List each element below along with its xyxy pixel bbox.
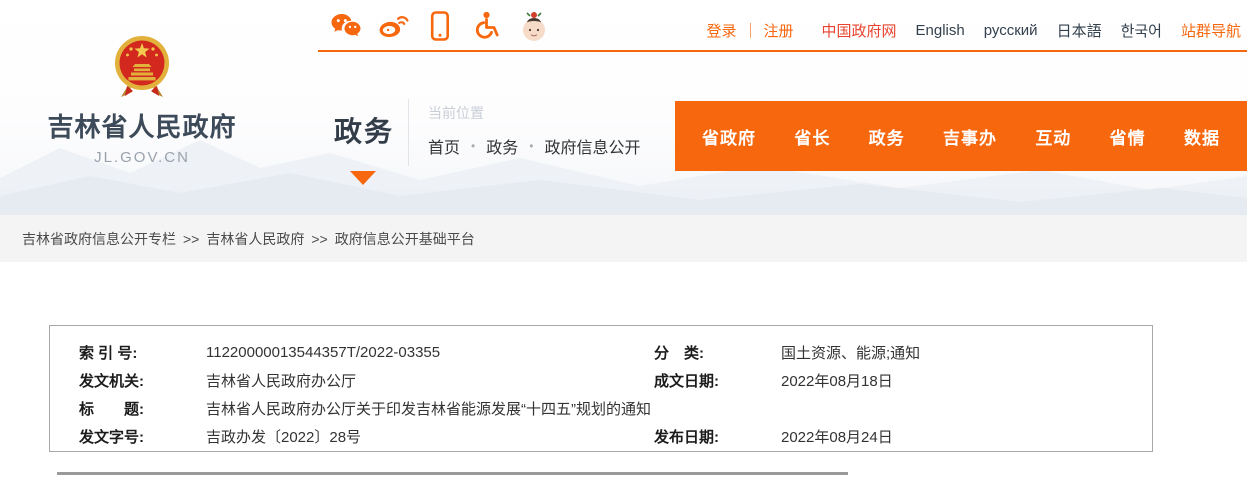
lang-english-link[interactable]: English [916,22,965,39]
caret-down-icon [350,171,376,185]
written-date-label: 成文日期: [654,370,781,391]
page-root: 吉林省人民政府 JL.GOV.CN [0,0,1247,478]
login-link[interactable]: 登录 [706,20,736,41]
path-provincial-government[interactable]: 吉林省人民政府 [206,229,304,249]
category-label: 分 类: [654,342,781,363]
site-header: 吉林省人民政府 JL.GOV.CN [0,0,1247,215]
nav-data[interactable]: 数据 [1184,124,1220,149]
site-name: 吉林省人民政府 [47,107,237,144]
lang-russian-link[interactable]: русский [984,22,1038,39]
breadcrumb-zhengwu[interactable]: 政务 [486,134,518,158]
title-value: 吉林省人民政府办公厅关于印发吉林省能源发展“十四五”规划的通知 [206,398,1152,419]
breadcrumb-dot: • [529,140,533,152]
publish-date-label: 发布日期: [654,426,781,447]
national-emblem-icon [113,34,171,100]
weibo-icon[interactable] [377,10,409,42]
header-accent-line [318,50,1247,52]
issuing-agency-label: 发文机关: [79,370,206,391]
index-number-label: 索 引 号: [79,342,206,363]
nav-government-affairs[interactable]: 政务 [869,124,905,149]
header-vertical-divider [408,99,409,166]
lang-japanese-link[interactable]: 日本語 [1057,20,1102,41]
site-logo[interactable]: 吉林省人民政府 JL.GOV.CN [47,34,237,166]
nav-jishiban[interactable]: 吉事办 [943,124,997,149]
gov-cn-link[interactable]: 中国政府网 [822,20,897,41]
social-icon-row [330,10,550,42]
path-disclosure-column[interactable]: 吉林省政府信息公开专栏 [22,229,176,249]
breadcrumb-dot: • [471,140,475,152]
utility-links: 登录 注册 中国政府网 English русский 日本語 한국어 站群导航 [706,20,1241,41]
mobile-icon[interactable] [424,10,456,42]
nav-interaction[interactable]: 互动 [1035,124,1071,149]
title-label: 标 题: [79,398,206,419]
breadcrumb-info-disclosure[interactable]: 政府信息公开 [544,134,640,158]
publish-date-value: 2022年08月24日 [781,426,1152,447]
table-row: 发文字号: 吉政办发〔2022〕28号 发布日期: 2022年08月24日 [50,422,1152,450]
document-number-value: 吉政办发〔2022〕28号 [206,426,654,447]
accessibility-icon[interactable] [471,10,503,42]
breadcrumb-home[interactable]: 首页 [428,134,460,158]
main-nav: 省政府 省长 政务 吉事办 互动 省情 数据 [675,101,1247,171]
nav-provincial-government[interactable]: 省政府 [702,124,756,149]
category-value: 国土资源、能源;通知 [781,342,1152,363]
content-divider-line [57,472,848,475]
table-row: 发文机关: 吉林省人民政府办公厅 成文日期: 2022年08月18日 [50,366,1152,394]
current-location-label: 当前位置 [428,103,484,123]
nav-province-overview[interactable]: 省情 [1110,124,1146,149]
breadcrumb: 首页 • 政务 • 政府信息公开 [428,134,640,158]
lang-korean-link[interactable]: 한국어 [1121,20,1162,41]
index-number-value: 11220000013544357T/2022-03355 [206,344,654,361]
document-number-label: 发文字号: [79,426,206,447]
wechat-icon[interactable] [330,10,362,42]
path-separator: >> [311,231,327,247]
table-row: 索 引 号: 11220000013544357T/2022-03355 分 类… [50,338,1152,366]
document-metadata-table: 索 引 号: 11220000013544357T/2022-03355 分 类… [49,325,1153,452]
path-disclosure-platform[interactable]: 政府信息公开基础平台 [335,229,475,249]
section-title: 政务 [334,110,394,150]
auth-divider [750,23,751,38]
path-separator: >> [183,231,199,247]
info-disclosure-path-bar: 吉林省政府信息公开专栏 >> 吉林省人民政府 >> 政府信息公开基础平台 [0,215,1247,262]
table-row: 标 题: 吉林省人民政府办公厅关于印发吉林省能源发展“十四五”规划的通知 [50,394,1152,422]
issuing-agency-value: 吉林省人民政府办公厅 [206,370,654,391]
site-domain: JL.GOV.CN [47,149,237,166]
nav-governor[interactable]: 省长 [794,124,830,149]
register-link[interactable]: 注册 [764,20,794,41]
mascot-icon[interactable] [518,10,550,42]
written-date-value: 2022年08月18日 [781,370,1152,391]
site-group-nav-link[interactable]: 站群导航 [1181,20,1241,41]
